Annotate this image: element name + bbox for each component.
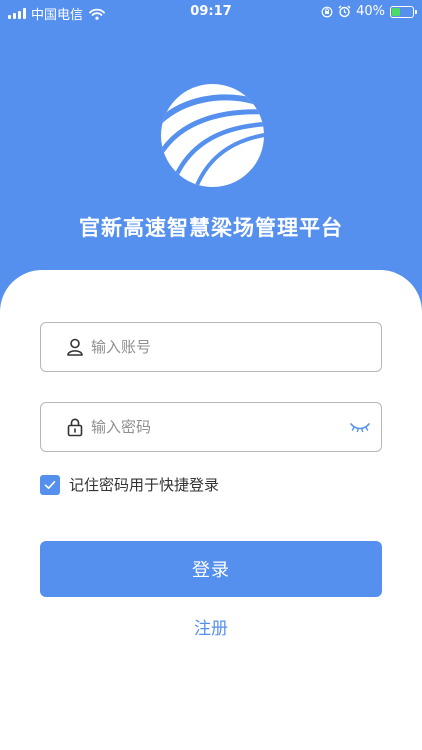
password-input[interactable] (91, 403, 351, 451)
checkmark-icon (44, 480, 56, 489)
lock-icon (67, 418, 83, 437)
login-button[interactable]: 登录 (40, 541, 382, 597)
battery-charging-icon (390, 5, 417, 18)
user-icon (67, 338, 83, 356)
register-link[interactable]: 注册 (0, 614, 422, 639)
orientation-lock-icon (321, 6, 333, 17)
account-input[interactable] (91, 323, 351, 371)
highway-logo-icon (161, 84, 264, 187)
status-bar: 中国电信 09:17 40% (0, 0, 422, 24)
status-right: 40% (321, 4, 417, 19)
remember-checkbox[interactable] (40, 474, 60, 495)
account-field[interactable] (40, 322, 382, 372)
battery-level (392, 7, 400, 16)
alarm-icon (338, 5, 351, 18)
password-field[interactable] (40, 402, 382, 452)
page-title: 官新高速智慧梁场管理平台 (79, 216, 343, 240)
eye-closed-icon[interactable] (349, 419, 371, 435)
remember-password[interactable]: 记住密码用于快捷登录 (40, 474, 219, 495)
battery-percent: 40% (356, 4, 385, 19)
remember-label: 记住密码用于快捷登录 (69, 476, 220, 494)
